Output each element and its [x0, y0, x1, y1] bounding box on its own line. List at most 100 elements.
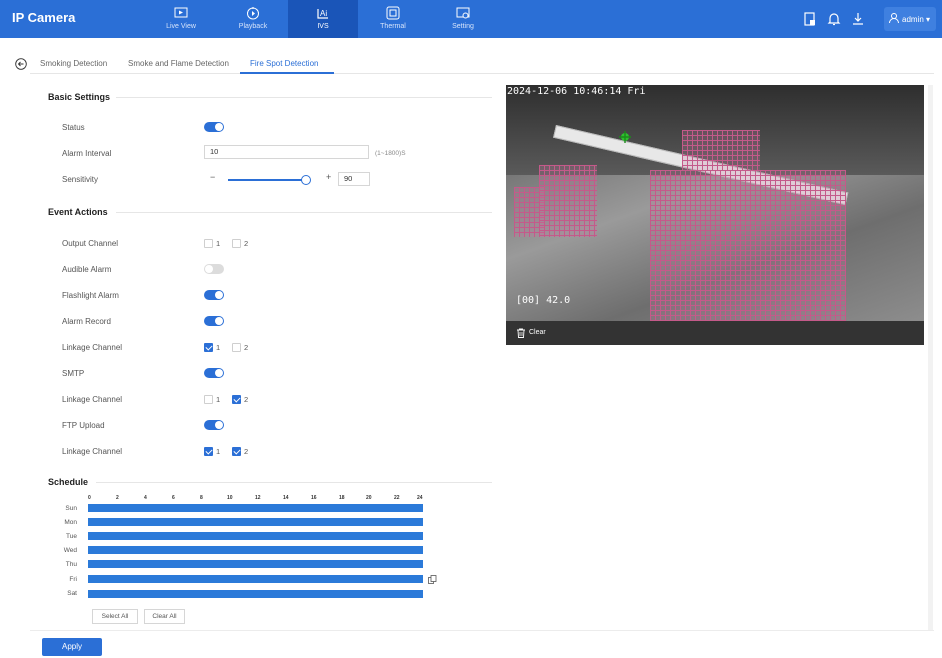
user-menu[interactable]: admin ▾ [884, 7, 936, 31]
sensitivity-decrease-button[interactable]: − [210, 172, 215, 182]
tabs-divider [30, 73, 934, 74]
crosshair-icon [619, 131, 631, 143]
apply-button[interactable]: Apply [42, 638, 102, 656]
nav-playback[interactable]: Playback [218, 0, 288, 38]
checkbox-label: 2 [244, 239, 249, 248]
video-toolbar: Clear [506, 321, 924, 345]
select-all-button[interactable]: Select All [92, 609, 138, 624]
ftp-linkage-channel-1-checkbox[interactable] [204, 447, 213, 456]
download-icon[interactable] [850, 11, 866, 27]
hour-label: 12 [255, 495, 261, 501]
playback-icon [247, 7, 259, 20]
setting-icon [456, 7, 470, 19]
audible-alarm-toggle[interactable] [204, 264, 224, 274]
day-label-sat: Sat [67, 590, 77, 597]
nav-label: Live View [166, 23, 196, 30]
smtp-label: SMTP [62, 369, 85, 378]
detection-zone[interactable] [682, 130, 760, 170]
video-preview[interactable]: 2024-12-06 10:46:14 Fri [00] 42.0 [506, 85, 924, 321]
clear-all-button[interactable]: Clear All [144, 609, 185, 624]
record-linkage-channel-1-checkbox[interactable] [204, 343, 213, 352]
nav-label: Playback [238, 23, 268, 30]
trash-icon[interactable] [516, 328, 526, 338]
schedule-bar-wed[interactable] [88, 546, 423, 554]
schedule-bar-mon[interactable] [88, 518, 423, 526]
nav-live-view[interactable]: Live View [146, 0, 216, 38]
schedule-bar-tue[interactable] [88, 532, 423, 540]
clear-button[interactable]: Clear [529, 329, 546, 336]
alarm-interval-label: Alarm Interval [62, 149, 112, 158]
schedule-bar-thu[interactable] [88, 560, 423, 568]
status-toggle[interactable] [204, 122, 224, 132]
section-divider [116, 212, 492, 213]
alarm-interval-input[interactable]: 10 [204, 145, 369, 159]
output-channel-2-checkbox[interactable] [232, 239, 241, 248]
live-view-icon [174, 7, 188, 18]
hour-label: 10 [227, 495, 233, 501]
alarm-record-label: Alarm Record [62, 317, 111, 326]
hour-label: 24 [417, 495, 423, 501]
tab-smoke-flame-detection[interactable]: Smoke and Flame Detection [128, 59, 229, 68]
thermal-icon [386, 6, 400, 20]
hour-label: 2 [116, 495, 119, 501]
video-timestamp: 2024-12-06 10:46:14 Fri [507, 86, 646, 97]
day-label-thu: Thu [65, 561, 77, 568]
schedule-title: Schedule [48, 477, 89, 487]
ftp-linkage-channel-label: Linkage Channel [62, 447, 123, 456]
hour-label: 4 [144, 495, 147, 501]
schedule-bar-sun[interactable] [88, 504, 423, 512]
checkbox-label: 1 [216, 239, 221, 248]
hour-label: 16 [311, 495, 317, 501]
alarm-record-toggle[interactable] [204, 316, 224, 326]
content-divider [30, 630, 934, 631]
active-tab-indicator [240, 72, 334, 74]
tab-fire-spot-detection[interactable]: Fire Spot Detection [250, 59, 318, 68]
nav-setting[interactable]: Setting [428, 0, 498, 38]
page-scrollbar[interactable] [928, 85, 933, 630]
sensitivity-input[interactable]: 90 [338, 172, 370, 186]
flashlight-alarm-toggle[interactable] [204, 290, 224, 300]
checkbox-label: 2 [244, 447, 249, 456]
nav-ivs[interactable]: Ai IVS [288, 0, 358, 38]
sensitivity-slider-track[interactable] [228, 179, 305, 181]
ivs-icon: Ai [317, 9, 328, 19]
svg-text:Ai: Ai [320, 9, 327, 18]
hour-label: 6 [172, 495, 175, 501]
sensitivity-slider-handle[interactable] [301, 175, 311, 185]
output-channel-label: Output Channel [62, 239, 119, 248]
day-label-sun: Sun [65, 505, 77, 512]
back-arrow-icon[interactable] [15, 58, 27, 70]
ftp-linkage-channel-2-checkbox[interactable] [232, 447, 241, 456]
smtp-toggle[interactable] [204, 368, 224, 378]
hour-label: 18 [339, 495, 345, 501]
detection-zone[interactable] [539, 165, 597, 237]
hour-label: 22 [394, 495, 400, 501]
checkbox-label: 1 [216, 395, 221, 404]
status-label: Status [62, 123, 85, 132]
app-title: IP Camera [12, 10, 76, 25]
detection-zone[interactable] [650, 170, 846, 321]
output-channel-1-checkbox[interactable] [204, 239, 213, 248]
record-linkage-channel-label: Linkage Channel [62, 343, 123, 352]
ftp-upload-label: FTP Upload [62, 421, 105, 430]
ftp-upload-toggle[interactable] [204, 420, 224, 430]
schedule-bar-fri[interactable] [88, 575, 423, 583]
day-label-tue: Tue [66, 533, 77, 540]
nav-label: Thermal [380, 23, 406, 30]
smtp-linkage-channel-2-checkbox[interactable] [232, 395, 241, 404]
record-linkage-channel-2-checkbox[interactable] [232, 343, 241, 352]
temperature-readout: [00] 42.0 [516, 295, 571, 306]
nav-thermal[interactable]: Thermal [358, 0, 428, 38]
checkbox-label: 2 [244, 395, 249, 404]
sensitivity-increase-button[interactable]: + [326, 172, 331, 182]
nav-label: Setting [452, 23, 474, 30]
smtp-linkage-channel-1-checkbox[interactable] [204, 395, 213, 404]
user-name: admin ▾ [902, 15, 931, 24]
section-divider [96, 482, 492, 483]
schedule-bar-sat[interactable] [88, 590, 423, 598]
export-icon[interactable] [802, 11, 818, 27]
tab-smoking-detection[interactable]: Smoking Detection [40, 59, 107, 68]
copy-icon[interactable] [428, 575, 437, 584]
bell-icon[interactable] [826, 11, 842, 27]
flashlight-alarm-label: Flashlight Alarm [62, 291, 119, 300]
